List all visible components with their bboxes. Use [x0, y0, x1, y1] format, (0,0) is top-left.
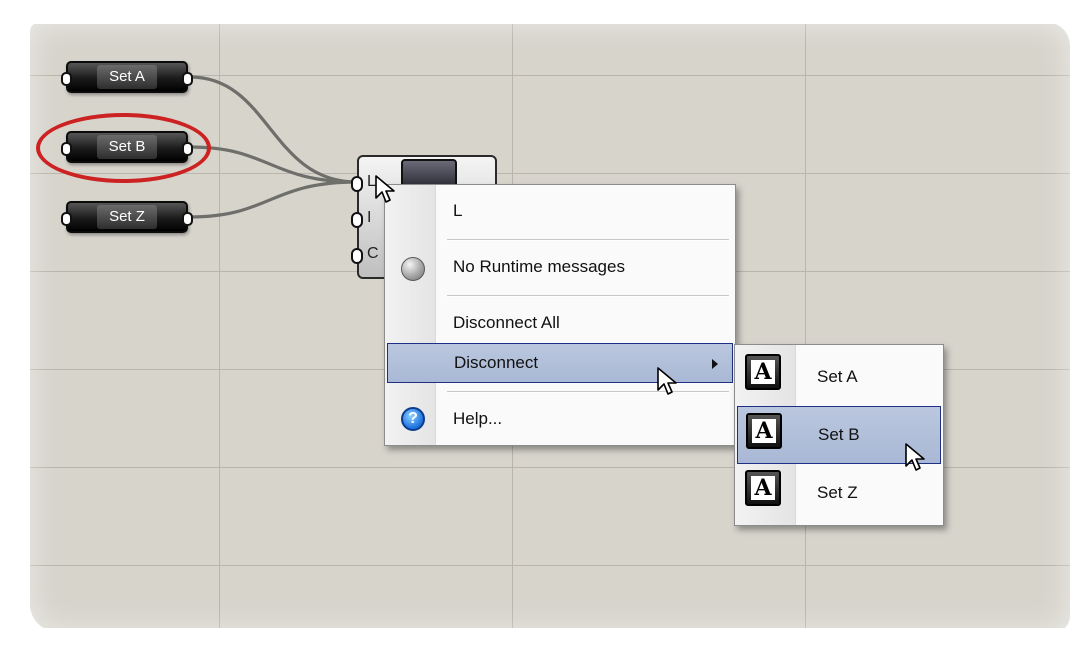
- param-label: Set Z: [97, 205, 157, 229]
- text-param-icon: A: [745, 354, 781, 390]
- input-grip-l[interactable]: [351, 176, 363, 192]
- menu-separator: [447, 295, 729, 297]
- menu-item-title: L: [387, 191, 733, 231]
- param-set-z[interactable]: Set Z: [61, 201, 193, 233]
- submenu-item-set-a[interactable]: A Set A: [737, 348, 941, 406]
- mouse-cursor-icon: [375, 175, 395, 203]
- menu-title-text: L: [453, 201, 463, 220]
- canvas-frame-top: [0, 0, 1091, 24]
- disconnect-submenu: A Set A A Set B A Set Z: [734, 344, 944, 526]
- param-label: Set A: [97, 65, 157, 89]
- menu-item-label: Disconnect: [454, 353, 539, 372]
- input-grip-c[interactable]: [351, 248, 363, 264]
- param-label: Set B: [96, 135, 158, 159]
- submenu-item-label: Set Z: [817, 483, 858, 502]
- menu-item-label: Disconnect All: [453, 313, 560, 332]
- mouse-cursor-icon: [905, 443, 925, 471]
- text-param-icon: A: [746, 413, 782, 449]
- help-icon: ?: [401, 407, 425, 431]
- input-grip[interactable]: [61, 142, 72, 156]
- menu-item-label: No Runtime messages: [453, 257, 625, 276]
- input-label-i: I: [367, 209, 372, 226]
- input-grip-i[interactable]: [351, 212, 363, 228]
- output-grip[interactable]: [182, 212, 193, 226]
- submenu-arrow-icon: [712, 359, 718, 369]
- submenu-item-label: Set A: [817, 367, 858, 386]
- runtime-status-icon: [401, 257, 425, 281]
- menu-item-runtime[interactable]: No Runtime messages: [387, 247, 733, 287]
- menu-item-label: Help...: [453, 409, 503, 428]
- output-grip[interactable]: [182, 72, 193, 86]
- param-set-b[interactable]: Set B: [61, 131, 193, 163]
- text-param-icon: A: [745, 470, 781, 506]
- submenu-item-label: Set B: [818, 425, 860, 444]
- input-grip[interactable]: [61, 72, 72, 86]
- menu-separator: [447, 391, 729, 393]
- input-label-c: C: [367, 245, 379, 262]
- mouse-cursor-icon: [657, 367, 677, 395]
- menu-item-help[interactable]: ? Help...: [387, 399, 733, 439]
- menu-separator: [447, 239, 729, 241]
- context-menu: L No Runtime messages Disconnect All Dis…: [384, 184, 736, 446]
- canvas-frame-bottom: [0, 628, 1091, 648]
- output-grip[interactable]: [182, 142, 193, 156]
- param-set-a[interactable]: Set A: [61, 61, 193, 93]
- menu-item-disconnect-all[interactable]: Disconnect All: [387, 303, 733, 343]
- input-grip[interactable]: [61, 212, 72, 226]
